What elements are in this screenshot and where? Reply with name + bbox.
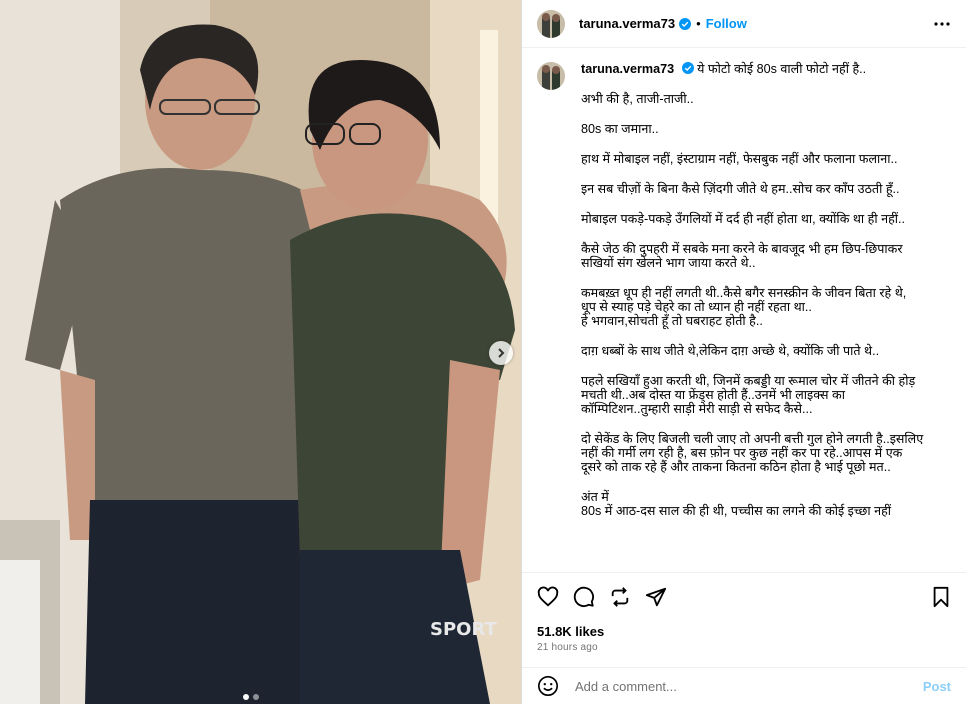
caption-paragraph: हाथ में मोबाइल नहीं, इंस्टाग्राम नहीं, फ… [581,152,898,166]
like-button[interactable] [537,586,559,608]
caption-paragraph: इन सब चीज़ों के बिना कैसे ज़िंदगी जीते थ… [581,182,900,196]
save-button[interactable] [931,586,951,608]
post-header: taruna.verma73 • Follow [522,0,966,48]
comment-input[interactable] [573,677,923,695]
action-bar [522,572,966,620]
carousel-dots [243,694,259,700]
comment-button[interactable] [573,586,595,608]
caption-paragraph: पहले सखियाँ हुआ करती थी, जिनमें कबड्डी य… [581,374,916,416]
follow-button[interactable]: Follow [706,16,747,31]
post-timestamp[interactable]: 21 hours ago [537,642,598,653]
emoji-icon [538,676,558,696]
caption-paragraph: दो सेकेंड के लिए बिजली चली जाए तो अपनी ब… [581,432,924,474]
caption-username[interactable]: taruna.verma73 [581,62,674,76]
username[interactable]: taruna.verma73 [579,16,675,31]
send-button[interactable] [645,586,667,608]
chevron-right-icon [498,348,505,358]
post-photo[interactable]: SPORT [0,0,521,704]
caption-area[interactable]: taruna.verma73 ये फोटो कोई 80s वाली फोटो… [522,48,966,571]
caption-paragraph: कमबख़्त धूप ही नहीं लगती थी..कैसे बगैर स… [581,286,907,328]
likes-count[interactable]: 51.8K likes [537,624,604,639]
avatar-image [537,9,565,38]
separator-dot: • [696,16,701,31]
post-comment-button[interactable]: Post [923,679,951,694]
caption-paragraph: 80s का जमाना.. [581,122,659,136]
comment-icon [573,586,594,607]
heart-icon [537,586,559,606]
verified-badge-icon [679,17,692,30]
caption-paragraph: अंत में 80s में आठ-दस साल की ही थी, पच्च… [581,490,892,518]
caption-paragraph: कैसे जेठ की दुपहरी में सबके मना करने के … [581,242,903,270]
verified-badge-icon [681,62,694,74]
repost-button[interactable] [609,586,631,608]
caption-text: taruna.verma73 ये फोटो कोई 80s वाली फोटो… [581,62,951,534]
photo-illustration: SPORT [0,0,521,704]
carousel-dot [243,694,249,700]
caption-row: taruna.verma73 ये फोटो कोई 80s वाली फोटो… [537,62,951,534]
caption-first-line: taruna.verma73 ये फोटो कोई 80s वाली फोटो… [581,62,951,76]
emoji-button[interactable] [537,675,559,697]
avatar[interactable] [537,9,565,38]
bookmark-icon [933,586,949,607]
caption-paragraph: अभी की है, ताजी-ताजी.. [581,92,694,106]
caption-first-text: ये फोटो कोई 80s वाली फोटो नहीं है.. [697,62,867,76]
caption-paragraph: दाग़ धब्बों के साथ जीते थे,लेकिन दाग़ अच… [581,344,880,358]
post-panel: taruna.verma73 • Follow taruna.verma73 य… [521,0,966,704]
more-options-button[interactable] [933,15,951,33]
avatar-image [537,62,565,90]
carousel-next-button[interactable] [489,341,513,365]
carousel-dot [253,694,259,700]
caption-avatar[interactable] [537,62,565,90]
send-icon [645,587,667,606]
more-options-icon [934,21,950,26]
svg-text:SPORT: SPORT [430,619,498,640]
comment-bar: Post [522,667,966,704]
repost-icon [611,586,629,607]
caption-paragraph: मोबाइल पकड़े-पकड़े उँगलियों में दर्द ही … [581,212,906,226]
